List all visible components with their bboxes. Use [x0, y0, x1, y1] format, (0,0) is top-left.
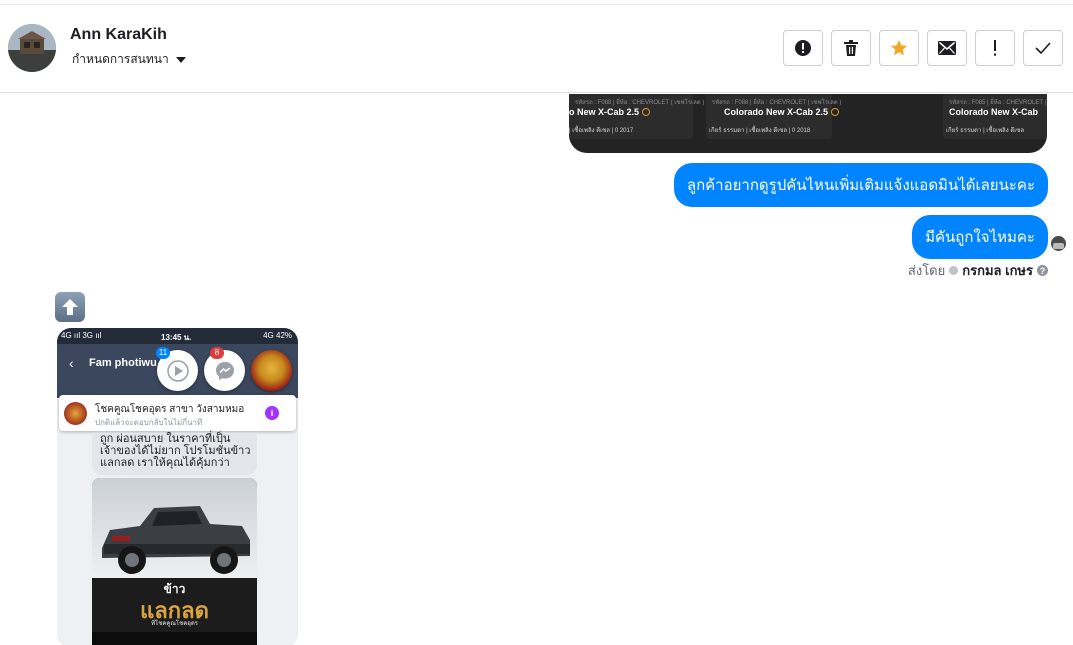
phone-chat-name: Fam photiwu [89, 357, 157, 369]
sent-by-label: ส่งโดย [907, 263, 946, 278]
star-icon [891, 40, 907, 56]
spam-icon [795, 40, 811, 56]
star-button[interactable] [879, 30, 919, 66]
messenger-chathead: 8 [204, 347, 245, 391]
card-title: Colorado New X-Cab [949, 107, 1039, 117]
verified-icon [949, 266, 959, 275]
trash-icon [844, 40, 858, 56]
up-arrow-icon [55, 292, 85, 322]
coin-icon [642, 108, 651, 116]
delete-button[interactable] [831, 30, 871, 66]
pickup-truck-image [102, 506, 250, 574]
contact-avatar[interactable] [8, 24, 56, 72]
mail-icon [938, 41, 956, 55]
assign-label: กำหนดการสนทนา [72, 52, 169, 66]
chevron-down-icon [175, 56, 186, 63]
chat-heads: 11 8 [156, 347, 292, 391]
exclamation-icon [994, 40, 996, 56]
play-chathead: 11 [156, 347, 198, 391]
mark-spam-button[interactable] [783, 30, 823, 66]
card-title: Colorado New X-Cab 2.5 [724, 107, 840, 117]
card-spec: รหัสรถ : F088 | ยี่ห้อ : CHEVROLET ( เชฟ… [712, 100, 842, 106]
mark-important-button[interactable] [975, 30, 1015, 66]
phone-message: ถูก ผ่อนสบาย ในราคาที่เป็น เจ้าของได้ไม่… [92, 433, 257, 475]
card-spec: รหัสรถ : F085 | ยี่ห้อ : CHEVROLET ( เชฟ… [949, 100, 1047, 106]
carousel-card[interactable]: รหัสรถ : F088 | ยี่ห้อ : CHEVROLET ( เชฟ… [569, 94, 704, 139]
card-title: o New X-Cab 2.5 [569, 107, 651, 117]
back-arrow-icon: ‹ [69, 355, 74, 371]
seen-avatar [1051, 236, 1066, 251]
mark-unread-button[interactable] [927, 30, 967, 66]
info-icon: i [265, 406, 279, 420]
page-avatar [64, 402, 87, 425]
header-actions [783, 30, 1063, 66]
product-carousel[interactable]: รหัสรถ : F088 | ยี่ห้อ : CHEVROLET ( เชฟ… [569, 94, 1047, 153]
card-meta: เกียร์ ธรรมดา | เชื้อเพลิง ดีเซล | 0 201… [709, 128, 811, 134]
sender-name[interactable]: กรกมล เกษร [962, 260, 1033, 281]
sent-by: ส่งโดย กรกมล เกษร ? [908, 260, 1048, 281]
card-meta: เกียร์ ธรรมดา | เชื้อเพลิง ดีเซล [946, 128, 1025, 134]
mark-done-button[interactable] [1023, 30, 1063, 66]
conversation-header: Ann KaraKih กำหนดการสนทนา [0, 5, 1073, 93]
carousel-card[interactable]: รหัสรถ : F088 | ยี่ห้อ : CHEVROLET ( เชฟ… [706, 94, 841, 139]
messenger-icon [215, 361, 234, 380]
outgoing-message[interactable]: ลูกค้าอยากดูรูปคันไหนเพิ่มเติมแจ้งแอดมิน… [673, 163, 1048, 207]
page-subtitle: ปกติแล้วจะตอบกลับในไม่กี่นาที [95, 418, 203, 427]
contact-name[interactable]: Ann KaraKih [70, 26, 167, 44]
message-thread[interactable]: รหัสรถ : F088 | ยี่ห้อ : CHEVROLET ( เชฟ… [0, 94, 1073, 645]
phone-status-bar: 4G ııl 3G ııl 13:45 น. 4G 42% [57, 328, 298, 344]
help-icon[interactable]: ? [1037, 265, 1048, 276]
outgoing-message[interactable]: มีคันถูกใจไหมคะ [912, 215, 1048, 259]
page-title: โชคคูณโชคอุดร สาขา วังสามหมอ [95, 404, 245, 415]
screenshot-attachment[interactable]: 4G ııl 3G ııl 13:45 น. 4G 42% ‹ Fam phot… [57, 328, 298, 645]
assign-conversation-dropdown[interactable]: กำหนดการสนทนา [72, 50, 186, 69]
carousel-card[interactable]: รหัสรถ : F085 | ยี่ห้อ : CHEVROLET ( เชฟ… [943, 94, 1047, 139]
brand-chathead [251, 350, 292, 391]
coin-icon [831, 108, 840, 116]
play-icon [166, 359, 189, 382]
card-spec: รหัสรถ : F088 | ยี่ห้อ : CHEVROLET ( เชฟ… [575, 100, 705, 106]
card-meta: | เชื้อเพลิง ดีเซล | 0 2017 [569, 128, 634, 134]
page-popup: โชคคูณโชคอุดร สาขา วังสามหมอ ปกติแล้วจะต… [59, 395, 296, 431]
check-icon [1035, 42, 1051, 55]
promo-image: ข้าว แลกลด ที่โชคคูณโชคอุดร [92, 478, 257, 645]
